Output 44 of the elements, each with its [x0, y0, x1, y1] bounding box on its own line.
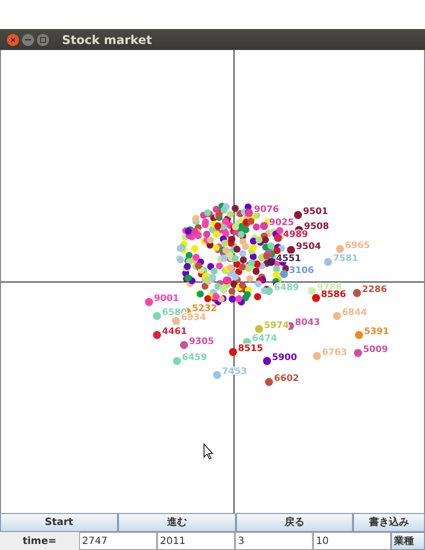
point-label: 2286: [362, 285, 388, 295]
input-field[interactable]: 2011: [157, 532, 235, 550]
input-field[interactable]: 10: [313, 532, 391, 550]
point-label: 9001: [154, 294, 180, 304]
time-label: time=: [22, 534, 58, 548]
point-label: 6844: [342, 308, 368, 318]
point-label: 9076: [254, 205, 280, 215]
point-label: 4461: [162, 327, 188, 337]
point-label: 6489: [274, 283, 300, 293]
point-label: 8586: [321, 290, 346, 300]
minimize-button[interactable]: [22, 34, 34, 46]
toolbar-button[interactable]: Start: [0, 513, 118, 532]
point-label: 3106: [289, 266, 314, 276]
maximize-icon: [40, 36, 46, 42]
point-label: 6965: [345, 241, 370, 251]
point-label: 4551: [276, 254, 302, 264]
point-label: 5232: [192, 304, 218, 314]
window-title: Stock market: [62, 32, 152, 48]
point-label: 9501: [303, 207, 328, 217]
point-label: 6763: [322, 348, 348, 358]
point-label: 9305: [189, 337, 214, 347]
input-field[interactable]: 3: [235, 532, 313, 550]
point-label: 6474: [252, 334, 278, 344]
input-field[interactable]: 2747: [79, 532, 157, 550]
maximize-button[interactable]: [37, 34, 49, 46]
point-label: 6934: [181, 313, 206, 323]
point-label: 5391: [364, 327, 390, 337]
point-label: 7581: [333, 254, 358, 264]
mouse-pointer-icon: [204, 442, 214, 460]
point-label: 8043: [295, 318, 320, 328]
point-label: 6459: [182, 353, 208, 363]
point-label: 8515: [238, 344, 264, 354]
point-label: 9025: [269, 218, 294, 228]
point-label: 5009: [363, 345, 388, 355]
category-button[interactable]: 業種: [391, 532, 425, 550]
toolbar-button[interactable]: 戻る: [236, 513, 353, 532]
point-label: 5900: [272, 353, 298, 363]
point-label: 9504: [296, 242, 322, 252]
toolbar-button[interactable]: 書き込み: [353, 513, 425, 532]
toolbar-button[interactable]: 進む: [118, 513, 236, 532]
minimize-icon: [25, 38, 31, 40]
close-icon: [10, 36, 16, 42]
point-label: 6602: [274, 374, 300, 384]
close-button[interactable]: [7, 34, 19, 46]
